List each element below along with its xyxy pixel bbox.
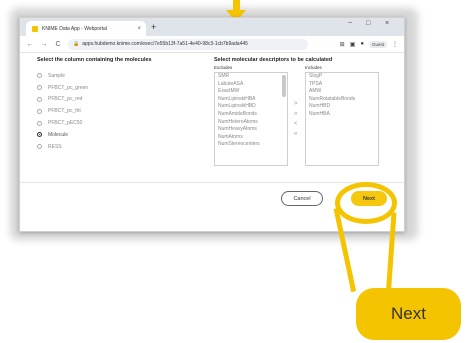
excludes-item[interactable]: NumLipinskiHBA xyxy=(215,96,287,104)
column-select-heading: Select the column containing the molecul… xyxy=(37,57,152,63)
column-option-label: Sample xyxy=(48,72,65,79)
next-highlight-ring xyxy=(335,182,397,224)
move-all-right-icon[interactable]: » xyxy=(294,111,297,117)
column-option-label: PFBCT_pc_green xyxy=(48,84,89,91)
excludes-item[interactable]: NumHeavyAtoms xyxy=(215,126,287,134)
excludes-item[interactable]: NumAtoms xyxy=(215,134,287,142)
cancel-button[interactable]: Cancel xyxy=(281,191,323,206)
includes-item[interactable]: NumRotatableBonds xyxy=(306,96,378,104)
column-option-label: Molecule xyxy=(48,131,69,138)
radio-unchecked-icon[interactable] xyxy=(37,85,42,91)
minimize-button[interactable]: − xyxy=(348,20,352,27)
radio-checked-icon[interactable] xyxy=(37,132,42,138)
column-option[interactable]: PFBCT_pEC50 xyxy=(37,117,88,129)
excludes-item[interactable]: NumHeteroAtoms xyxy=(215,119,287,127)
excludes-item[interactable]: NumLipinskiHBD xyxy=(215,103,287,111)
forward-icon[interactable]: → xyxy=(40,41,48,48)
column-radio-group: Sample PFBCT_pc_green PFBCT_pc_red PFBCT_pc… xyxy=(37,70,88,153)
toolbar-icons: ⊞ ▣ ● Guest ⋮ xyxy=(340,40,398,48)
includes-item[interactable]: TPSA xyxy=(306,81,378,89)
move-left-icon[interactable]: < xyxy=(294,121,298,127)
excludes-list[interactable]: SMR LabuteASA ExactMW NumLipinskiHBA NumLipi… xyxy=(214,72,288,166)
url-field[interactable]: 🔒 apps.hubdemo.knime.com/exec/7e55b13f-7… xyxy=(68,38,308,50)
move-all-left-icon[interactable]: « xyxy=(294,131,297,137)
includes-item[interactable]: AMW xyxy=(306,88,378,96)
tab-title: KNIME Data App - Webportal xyxy=(42,25,107,32)
excludes-item[interactable]: NumStereocenters xyxy=(215,141,287,149)
new-tab-button[interactable]: + xyxy=(151,21,156,33)
tab-close-icon[interactable]: × xyxy=(137,26,141,32)
address-bar: ← → C 🔒 apps.hubdemo.knime.com/exec/7e55… xyxy=(20,36,404,53)
excludes-item[interactable]: NumAmideBonds xyxy=(215,111,287,119)
back-icon[interactable]: ← xyxy=(26,41,34,48)
includes-label: Includes xyxy=(305,65,322,70)
includes-item[interactable]: NumHBD xyxy=(306,103,378,111)
column-option-label: PFBCT_pc_red xyxy=(48,96,83,103)
includes-item[interactable]: NumHBA xyxy=(306,111,378,119)
excludes-label: Excludes xyxy=(214,65,233,70)
column-option-label: PFBCT_pEC50 xyxy=(48,120,83,127)
sidepanel-icon[interactable]: ▣ xyxy=(350,41,356,48)
radio-unchecked-icon[interactable] xyxy=(37,108,42,114)
tab-bar: KNIME Data App - Webportal × + − □ × xyxy=(20,18,404,36)
maximize-button[interactable]: □ xyxy=(366,20,370,27)
excludes-scrollbar[interactable] xyxy=(282,75,286,97)
excludes-item[interactable]: SMR xyxy=(215,73,287,81)
knime-favicon-icon xyxy=(32,25,38,32)
url-text: apps.hubdemo.knime.com/exec/7e55b13f-7a5… xyxy=(82,41,248,47)
radio-unchecked-icon[interactable] xyxy=(37,120,42,126)
descriptor-heading: Select molecular descriptors to be calcu… xyxy=(214,57,333,63)
move-right-icon[interactable]: > xyxy=(294,101,298,107)
footer-divider xyxy=(20,182,404,183)
column-option[interactable]: PFBCT_pc_frit xyxy=(37,105,88,117)
column-option[interactable]: PFBCT_pc_red xyxy=(37,94,88,106)
radio-unchecked-icon[interactable] xyxy=(37,144,42,150)
menu-icon[interactable]: ⋮ xyxy=(392,41,398,48)
extensions-icon[interactable]: ⊞ xyxy=(340,41,345,48)
profile-label[interactable]: Guest xyxy=(368,40,387,48)
includes-item[interactable]: SlogP xyxy=(306,73,378,81)
excludes-item[interactable]: ExactMW xyxy=(215,88,287,96)
next-callout-button: Next xyxy=(356,288,461,340)
reload-icon[interactable]: C xyxy=(54,41,62,48)
column-option[interactable]: RESS xyxy=(37,141,88,153)
close-window-button[interactable]: × xyxy=(385,20,389,27)
radio-unchecked-icon[interactable] xyxy=(37,96,42,102)
includes-list[interactable]: SlogP TPSA AMW NumRotatableBonds NumHBD NumHB… xyxy=(305,72,379,166)
column-option[interactable]: PFBCT_pc_green xyxy=(37,82,88,94)
lock-icon: 🔒 xyxy=(73,41,80,47)
column-option-label: RESS xyxy=(48,143,62,150)
browser-tab[interactable]: KNIME Data App - Webportal × xyxy=(26,21,146,36)
column-option[interactable]: Molecule xyxy=(37,129,88,141)
radio-unchecked-icon[interactable] xyxy=(37,73,42,79)
profile-avatar-icon[interactable]: ● xyxy=(360,41,364,47)
excludes-item[interactable]: LabuteASA xyxy=(215,81,287,89)
column-option[interactable]: Sample xyxy=(37,70,88,82)
column-option-label: PFBCT_pc_frit xyxy=(48,108,81,115)
